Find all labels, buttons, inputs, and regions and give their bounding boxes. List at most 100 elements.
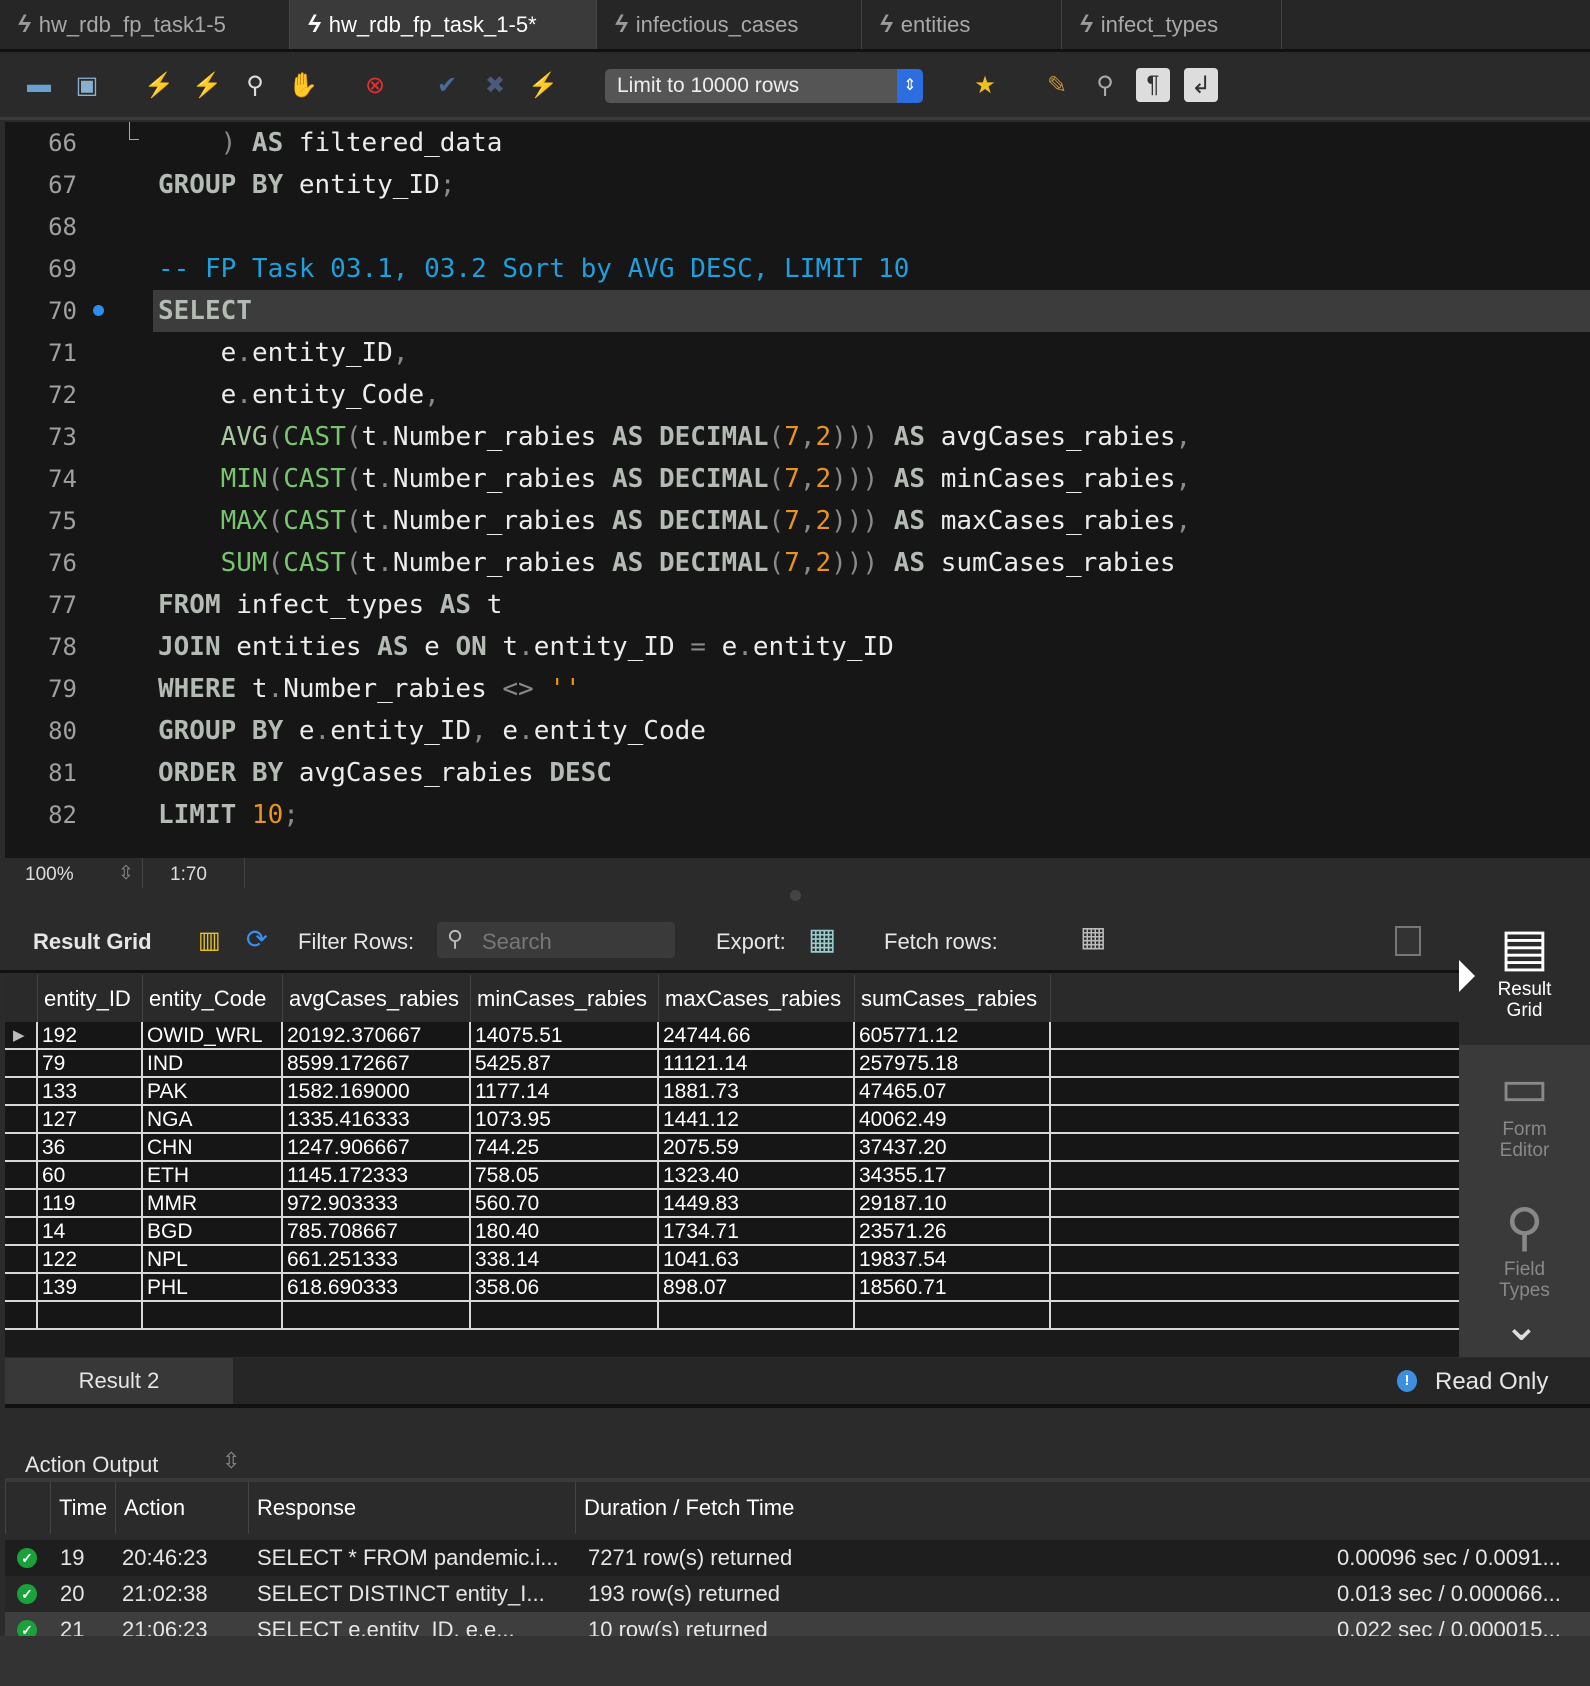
autocommit-icon[interactable]: ⚡	[526, 68, 560, 102]
table-cell[interactable]: 1323.40	[659, 1162, 855, 1190]
wrap-icon[interactable]: ↲	[1184, 68, 1218, 102]
table-cell[interactable]: PAK	[143, 1078, 283, 1106]
table-cell[interactable]: 1247.906667	[283, 1134, 471, 1162]
column-header-minCases_rabies[interactable]: minCases_rabies	[471, 975, 659, 1022]
action-row[interactable]: ✓ 19 20:46:23 SELECT * FROM pandemic.i... 72…	[5, 1540, 1590, 1576]
stop-on-error-icon[interactable]: ⊗	[358, 68, 392, 102]
rollback-icon[interactable]: ✖	[478, 68, 512, 102]
scroll-down-icon[interactable]: ⌄	[1503, 1300, 1540, 1351]
table-cell[interactable]: 5425.87	[471, 1050, 659, 1078]
table-cell[interactable]: 19837.54	[855, 1246, 1051, 1274]
sql-editor[interactable]: 66 ) AS filtered_data 67 GROUP BY entity_I…	[5, 122, 1590, 858]
table-cell[interactable]: 758.05	[471, 1162, 659, 1190]
export-icon[interactable]: ▦	[808, 922, 836, 957]
table-cell[interactable]: 898.07	[659, 1274, 855, 1302]
action-row[interactable]: ✓ 20 21:02:38 SELECT DISTINCT entity_I... 19…	[5, 1576, 1590, 1612]
table-cell[interactable]: 1041.63	[659, 1246, 855, 1274]
find-icon[interactable]: ⚲	[1088, 68, 1122, 102]
refresh-icon[interactable]: ⟳	[246, 924, 268, 955]
zoom-stepper-icon[interactable]: ⇳	[118, 862, 134, 885]
table-cell[interactable]: 139	[38, 1274, 143, 1302]
commit-icon[interactable]: ✔	[430, 68, 464, 102]
table-cell[interactable]: 60	[38, 1162, 143, 1190]
table-cell[interactable]: 1177.14	[471, 1078, 659, 1106]
table-cell[interactable]: BGD	[143, 1218, 283, 1246]
table-cell[interactable]: 24744.66	[659, 1022, 855, 1050]
table-cell[interactable]: 1073.95	[471, 1106, 659, 1134]
table-cell[interactable]: 127	[38, 1106, 143, 1134]
column-header-avgCases_rabies[interactable]: avgCases_rabies	[283, 975, 471, 1022]
table-row[interactable]: 14 BGD 785.708667 180.40 1734.71 23571.26	[5, 1218, 1459, 1246]
table-cell[interactable]: 1734.71	[659, 1218, 855, 1246]
save-icon[interactable]: ▣	[70, 68, 104, 102]
table-cell[interactable]: 14075.51	[471, 1022, 659, 1050]
table-row[interactable]: 79 IND 8599.172667 5425.87 11121.14 257975.18	[5, 1050, 1459, 1078]
table-cell[interactable]: 14	[38, 1218, 143, 1246]
explain-icon[interactable]: ⚲	[238, 68, 272, 102]
tab-hw_rdb_fp_task1-5[interactable]: ϟ hw_rdb_fp_task1-5	[0, 0, 290, 49]
table-row[interactable]: 122 NPL 661.251333 338.14 1041.63 19837.54	[5, 1246, 1459, 1274]
table-cell[interactable]: 20192.370667	[283, 1022, 471, 1050]
table-cell[interactable]: 2075.59	[659, 1134, 855, 1162]
result-grid[interactable]: entity_ID entity_Code avgCases_rabies minCa…	[5, 975, 1459, 1357]
table-cell[interactable]	[471, 1302, 659, 1330]
splitter-handle[interactable]	[790, 890, 801, 901]
limit-rows-select[interactable]: Limit to 10000 rows ⇕	[605, 69, 923, 103]
table-cell[interactable]: 37437.20	[855, 1134, 1051, 1162]
view-form-editor[interactable]: ▭ Form Editor	[1459, 1045, 1590, 1185]
tab-hw_rdb_fp_task_1-5*[interactable]: ϟ hw_rdb_fp_task_1-5*	[290, 0, 597, 49]
table-cell[interactable]: 1145.172333	[283, 1162, 471, 1190]
table-cell[interactable]	[855, 1302, 1051, 1330]
execute-current-icon[interactable]: ⚡	[190, 68, 224, 102]
column-header-sumCases_rabies[interactable]: sumCases_rabies	[855, 975, 1051, 1022]
zoom-level[interactable]: 100%	[25, 864, 74, 886]
table-cell[interactable]: ETH	[143, 1162, 283, 1190]
table-cell[interactable]: 47465.07	[855, 1078, 1051, 1106]
column-header-entity_ID[interactable]: entity_ID	[38, 975, 143, 1022]
tab-infect_types[interactable]: ϟ infect_types	[1062, 0, 1282, 49]
table-cell[interactable]	[38, 1302, 143, 1330]
table-cell[interactable]: 1449.83	[659, 1190, 855, 1218]
output-type-select[interactable]: Action Output	[25, 1452, 158, 1478]
column-toggle-icon[interactable]: ▥	[198, 926, 221, 955]
table-cell[interactable]: 11121.14	[659, 1050, 855, 1078]
column-header-entity_Code[interactable]: entity_Code	[143, 975, 283, 1022]
table-cell[interactable]: 122	[38, 1246, 143, 1274]
filter-search-input[interactable]: ⚲ Search	[437, 922, 675, 958]
tab-entities[interactable]: ϟ entities	[862, 0, 1062, 49]
view-result-grid[interactable]: ▤ Result Grid	[1459, 905, 1590, 1045]
table-cell[interactable]: 36	[38, 1134, 143, 1162]
table-cell[interactable]: NGA	[143, 1106, 283, 1134]
table-cell[interactable]: 79	[38, 1050, 143, 1078]
table-cell[interactable]: 133	[38, 1078, 143, 1106]
open-folder-icon[interactable]: ▬	[22, 68, 56, 102]
table-cell[interactable]: 972.903333	[283, 1190, 471, 1218]
table-row[interactable]: 119 MMR 972.903333 560.70 1449.83 29187.10	[5, 1190, 1459, 1218]
table-cell[interactable]: IND	[143, 1050, 283, 1078]
beautify-icon[interactable]: ✎	[1040, 68, 1074, 102]
table-cell[interactable]: 8599.172667	[283, 1050, 471, 1078]
table-cell[interactable]: 23571.26	[855, 1218, 1051, 1246]
stop-icon[interactable]: ✋	[286, 68, 320, 102]
table-cell[interactable]: 560.70	[471, 1190, 659, 1218]
invisible-chars-icon[interactable]: ¶	[1136, 68, 1170, 102]
table-row[interactable]: ▶ 192 OWID_WRL 20192.370667 14075.51 24744.66…	[5, 1022, 1459, 1050]
table-cell[interactable]: NPL	[143, 1246, 283, 1274]
table-cell[interactable]: 618.690333	[283, 1274, 471, 1302]
table-cell[interactable]: 180.40	[471, 1218, 659, 1246]
table-cell[interactable]: 29187.10	[855, 1190, 1051, 1218]
bookmark-icon[interactable]: ★	[968, 68, 1002, 102]
tab-infectious_cases[interactable]: ϟ infectious_cases	[597, 0, 862, 49]
table-row[interactable]: 133 PAK 1582.169000 1177.14 1881.73 47465.07	[5, 1078, 1459, 1106]
table-cell[interactable]	[659, 1302, 855, 1330]
table-cell[interactable]: MMR	[143, 1190, 283, 1218]
table-row[interactable]: 139 PHL 618.690333 358.06 898.07 18560.71	[5, 1274, 1459, 1302]
chevron-updown-icon[interactable]: ⇳	[222, 1448, 240, 1474]
table-cell[interactable]: 785.708667	[283, 1218, 471, 1246]
table-cell[interactable]: 1335.416333	[283, 1106, 471, 1134]
table-cell[interactable]: 358.06	[471, 1274, 659, 1302]
column-header-maxCases_rabies[interactable]: maxCases_rabies	[659, 975, 855, 1022]
table-cell[interactable]: PHL	[143, 1274, 283, 1302]
tab-result-2[interactable]: Result 2	[5, 1358, 233, 1404]
table-cell[interactable]	[143, 1302, 283, 1330]
